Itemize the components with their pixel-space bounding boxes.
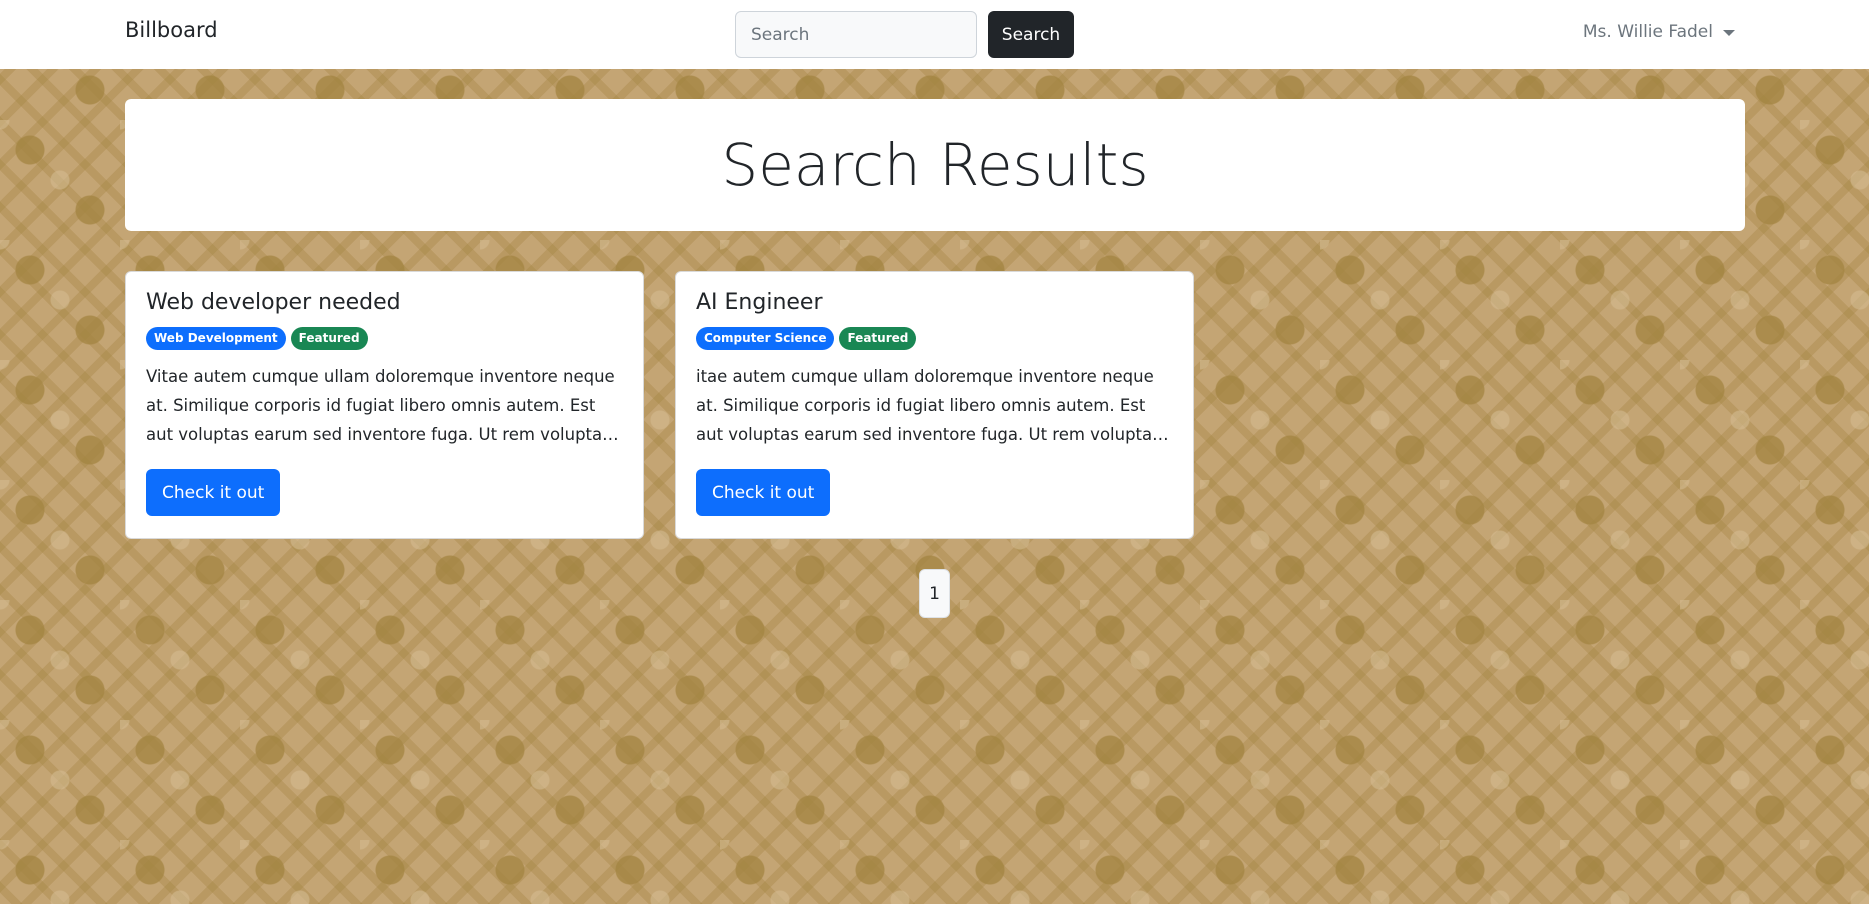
- page-title: Search Results: [721, 131, 1149, 199]
- pagination-page-1[interactable]: 1: [919, 569, 950, 618]
- search-input[interactable]: [735, 11, 977, 58]
- user-menu-dropdown[interactable]: Ms. Willie Fadel: [1583, 22, 1735, 42]
- card-badges: Web Development Featured: [146, 327, 623, 351]
- job-card: Web developer needed Web Development Fea…: [125, 271, 644, 539]
- featured-badge: Featured: [839, 327, 917, 351]
- card-title: AI Engineer: [696, 290, 823, 315]
- check-it-out-button[interactable]: Check it out: [146, 469, 281, 517]
- caret-down-icon: [1723, 30, 1735, 36]
- card-badges: Computer Science Featured: [696, 327, 1173, 351]
- job-card: AI Engineer Computer Science Featured it…: [675, 271, 1194, 539]
- category-badge: Computer Science: [696, 327, 835, 351]
- results-header: Search Results: [125, 99, 1745, 231]
- featured-badge: Featured: [290, 327, 368, 351]
- category-badge: Web Development: [146, 327, 286, 351]
- card-title: Web developer needed: [146, 290, 401, 315]
- navbar: Billboard Search Ms. Willie Fadel: [0, 0, 1869, 69]
- search-button[interactable]: Search: [988, 11, 1074, 58]
- card-description: itae autem cumque ullam doloremque inven…: [696, 367, 1161, 445]
- check-it-out-button[interactable]: Check it out: [696, 469, 831, 517]
- brand-link[interactable]: Billboard: [125, 18, 218, 42]
- card-description: Vitae autem cumque ullam doloremque inve…: [146, 367, 615, 445]
- user-name: Ms. Willie Fadel: [1582, 22, 1713, 42]
